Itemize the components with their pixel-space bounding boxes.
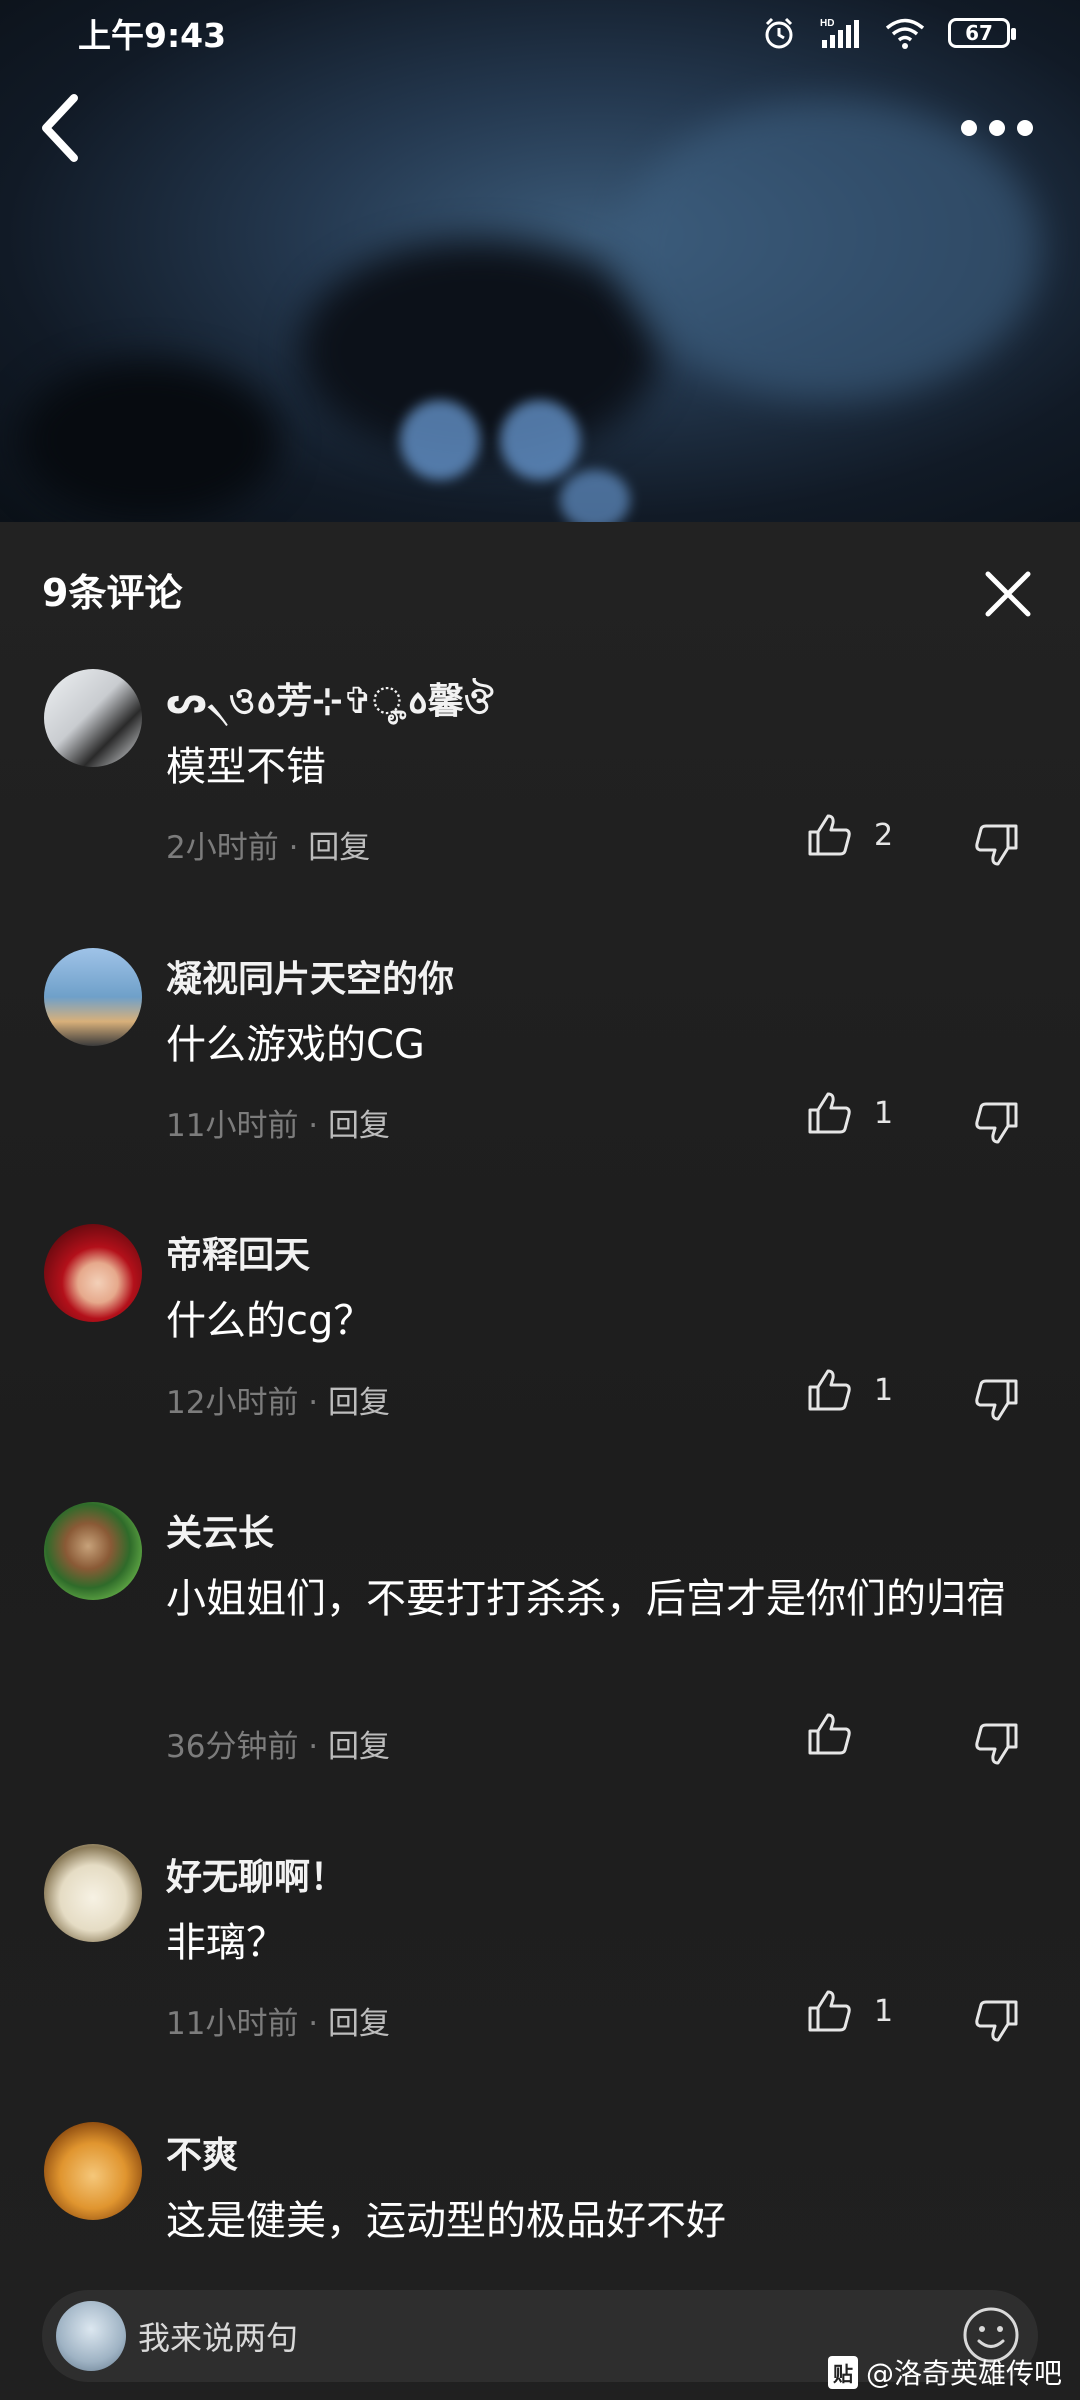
thumbs-down-icon[interactable] bbox=[974, 1998, 1020, 2044]
more-options-icon[interactable] bbox=[952, 108, 1042, 148]
comment-text: 小姐姐们，不要打打杀杀，后宫才是你们的归宿 bbox=[166, 1576, 1006, 1622]
avatar bbox=[56, 2301, 126, 2371]
comment-meta: 11小时前 · 回复 bbox=[166, 2006, 391, 2042]
like-button[interactable]: 1 bbox=[806, 1988, 893, 2034]
back-icon[interactable] bbox=[30, 88, 90, 168]
comment-meta: 2小时前 · 回复 bbox=[166, 830, 371, 866]
reply-button[interactable]: 回复 bbox=[328, 2006, 390, 2042]
more-dot bbox=[961, 120, 977, 136]
battery-level: 67 bbox=[965, 21, 993, 45]
video-scene-shape bbox=[500, 400, 580, 480]
watermark-badge: 贴 bbox=[827, 2355, 858, 2389]
reply-button[interactable]: 回复 bbox=[328, 1729, 390, 1765]
thumbs-up-icon bbox=[808, 1369, 851, 1411]
comment-text: 模型不错 bbox=[166, 744, 326, 790]
alarm-icon bbox=[765, 17, 793, 49]
comment-username[interactable]: 关云长 bbox=[166, 1504, 274, 1556]
comment-text: 什么游戏的CG bbox=[166, 1022, 425, 1068]
comment-time: 11小时前 bbox=[166, 2006, 299, 2042]
video-scene-shape bbox=[560, 470, 630, 522]
video-scene-shape bbox=[20, 360, 280, 520]
avatar[interactable] bbox=[44, 2122, 142, 2220]
reply-button[interactable]: 回复 bbox=[328, 1108, 390, 1144]
like-button[interactable]: 2 bbox=[806, 812, 893, 858]
more-dot bbox=[1017, 120, 1033, 136]
comment-text: 非璃？ bbox=[166, 1920, 286, 1966]
thumbs-up-icon bbox=[808, 1092, 851, 1134]
like-button[interactable]: 1 bbox=[806, 1367, 893, 1413]
comment-time: 2小时前 bbox=[166, 830, 279, 866]
like-count: 1 bbox=[874, 1095, 894, 1131]
comment-username[interactable]: 好无聊啊！ bbox=[166, 1848, 346, 1900]
signal-icon: HD bbox=[820, 18, 859, 48]
like-button[interactable]: 1 bbox=[806, 1090, 893, 1136]
comment-meta: 12小时前 · 回复 bbox=[166, 1385, 391, 1421]
watermark-text: @洛奇英雄传吧 bbox=[865, 2357, 1062, 2390]
reply-button[interactable]: 回复 bbox=[328, 1385, 390, 1421]
wifi-icon bbox=[885, 18, 925, 49]
like-count: 2 bbox=[874, 817, 894, 853]
watermark: 贴 @洛奇英雄传吧 bbox=[827, 2352, 1062, 2392]
svg-text:HD: HD bbox=[820, 18, 834, 29]
avatar[interactable] bbox=[44, 1844, 142, 1942]
avatar[interactable] bbox=[44, 948, 142, 1046]
thumbs-down-icon[interactable] bbox=[974, 1721, 1020, 1767]
video-scene-shape bbox=[300, 240, 660, 460]
comment-meta: 36分钟前 · 回复 bbox=[166, 1729, 391, 1765]
like-button[interactable] bbox=[806, 1711, 874, 1757]
comment-input[interactable]: 我来说两句 bbox=[138, 2313, 298, 2359]
video-scene-shape bbox=[400, 400, 480, 480]
avatar[interactable] bbox=[44, 669, 142, 767]
thumbs-up-icon bbox=[808, 1990, 851, 2032]
comment-text: 这是健美，运动型的极品好不好 bbox=[166, 2198, 726, 2244]
comment-time: 12小时前 bbox=[166, 1385, 299, 1421]
thumbs-up-icon bbox=[808, 1713, 851, 1755]
thumbs-up-icon bbox=[808, 814, 851, 856]
comment-username[interactable]: 不爽 bbox=[166, 2126, 238, 2178]
comment-username[interactable]: 凝视同片天空的你 bbox=[166, 950, 454, 1002]
comment-text: 什么的cg？ bbox=[166, 1298, 374, 1344]
status-time: 上午9:43 bbox=[78, 16, 227, 55]
status-icons: HD 67 bbox=[762, 16, 1016, 50]
more-dot bbox=[989, 120, 1005, 136]
like-count: 1 bbox=[874, 1372, 894, 1408]
thumbs-down-icon[interactable] bbox=[974, 1100, 1020, 1146]
avatar[interactable] bbox=[44, 1224, 142, 1322]
avatar[interactable] bbox=[44, 1502, 142, 1600]
video-player[interactable]: 上午9:43 HD 67 bbox=[0, 0, 1080, 522]
thumbs-down-icon[interactable] bbox=[974, 1377, 1020, 1423]
status-bar: 上午9:43 HD 67 bbox=[0, 0, 1080, 66]
thumbs-down-icon[interactable] bbox=[974, 822, 1020, 868]
comment-meta: 11小时前 · 回复 bbox=[166, 1108, 391, 1144]
comment-username[interactable]: 帝释回天 bbox=[166, 1226, 310, 1278]
comment-time: 11小时前 bbox=[166, 1108, 299, 1144]
battery-icon: 67 bbox=[948, 18, 1016, 48]
comment-time: 36分钟前 bbox=[166, 1729, 299, 1765]
reply-button[interactable]: 回复 bbox=[308, 830, 370, 866]
comments-panel: 9条评论 ᔕ৲ও꧞芳⊹✞ೄ꧞馨ঔ 模型不错 2小时前 · 回复 2 凝视同片天空… bbox=[0, 522, 1080, 2400]
comments-count-title: 9条评论 bbox=[42, 571, 183, 615]
like-count: 1 bbox=[874, 1993, 894, 2029]
close-icon[interactable] bbox=[976, 562, 1040, 626]
